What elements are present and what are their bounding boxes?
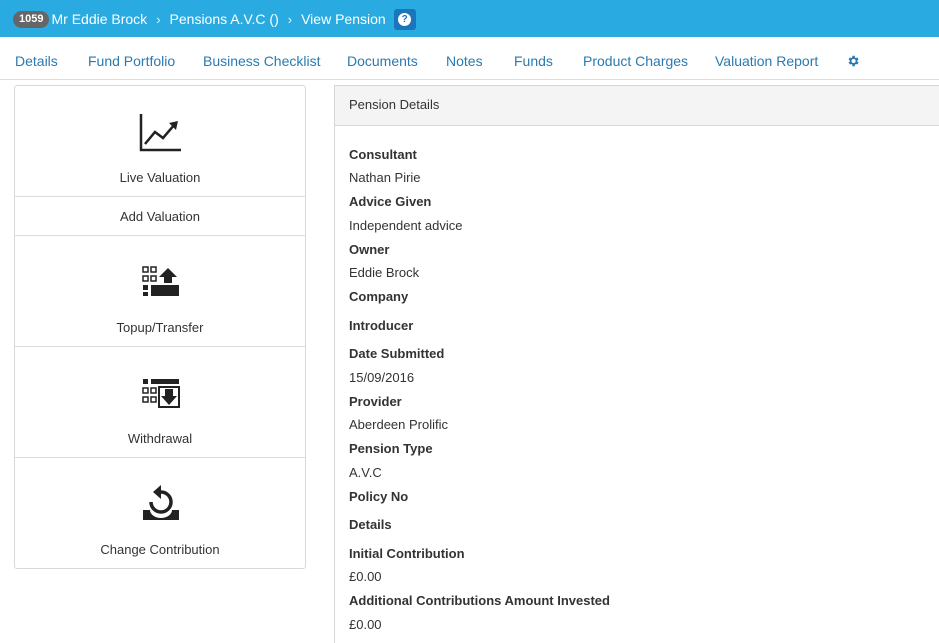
provider-label: Provider <box>349 394 402 409</box>
date-submitted-label: Date Submitted <box>349 346 445 361</box>
initial-contribution-value: £0.00 <box>349 569 382 584</box>
live-valuation-label: Live Valuation <box>119 170 201 185</box>
breadcrumb-section-link[interactable]: Pensions A.V.C () <box>170 11 279 27</box>
owner-label: Owner <box>349 242 390 257</box>
top-breadcrumb-bar: 1059 Mr Eddie Brock › Pensions A.V.C () … <box>0 0 939 37</box>
help-button[interactable]: ? <box>393 8 416 30</box>
breadcrumb-current-page: View Pension <box>301 11 386 27</box>
help-icon: ? <box>398 12 412 26</box>
pension-details-panel: Pension Details Consultant Nathan Pirie … <box>334 85 939 643</box>
breadcrumb-separator: › <box>287 11 293 27</box>
provider-value: Aberdeen Prolific <box>349 417 448 432</box>
owner-value: Eddie Brock <box>349 265 420 280</box>
date-submitted-value: 15/09/2016 <box>349 370 415 385</box>
tab-documents[interactable]: Documents <box>347 53 418 69</box>
add-valuation-button[interactable]: Add Valuation <box>15 197 305 236</box>
change-contribution-label: Change Contribution <box>100 542 220 557</box>
advice-given-value: Independent advice <box>349 218 463 233</box>
advice-given-label: Advice Given <box>349 194 432 209</box>
tab-valuation-report[interactable]: Valuation Report <box>715 53 818 69</box>
topup-transfer-label: Topup/Transfer <box>116 320 204 335</box>
pension-type-value: A.V.C <box>349 465 382 480</box>
policy-no-label: Policy No <box>349 489 409 504</box>
gear-icon[interactable] <box>846 54 860 68</box>
breadcrumb-separator: › <box>156 11 161 27</box>
additional-contributions-value: £0.00 <box>349 617 382 632</box>
topup-transfer-button[interactable]: Topup/Transfer <box>15 236 305 347</box>
tab-notes[interactable]: Notes <box>446 53 483 69</box>
chart-line-icon <box>139 114 181 152</box>
breadcrumb-client-link[interactable]: Mr Eddie Brock <box>51 11 147 27</box>
topup-transfer-icon <box>142 266 179 296</box>
change-contribution-button[interactable]: Change Contribution <box>15 458 305 569</box>
consultant-label: Consultant <box>349 147 417 162</box>
tab-funds[interactable]: Funds <box>514 53 553 69</box>
withdrawal-label: Withdrawal <box>127 431 193 446</box>
change-contribution-icon <box>143 485 179 520</box>
tab-details[interactable]: Details <box>15 53 58 69</box>
details-label: Details <box>349 517 392 532</box>
additional-contributions-label: Additional Contributions Amount Invested <box>349 593 610 608</box>
tab-business-checklist[interactable]: Business Checklist <box>203 53 321 69</box>
pension-type-label: Pension Type <box>349 441 433 456</box>
action-panel: Live Valuation Add Valuation Topup/Trans… <box>14 85 306 569</box>
introducer-label: Introducer <box>349 318 414 333</box>
consultant-value: Nathan Pirie <box>349 170 421 185</box>
breadcrumb: 1059 Mr Eddie Brock › Pensions A.V.C () … <box>13 8 416 30</box>
add-valuation-label: Add Valuation <box>120 209 200 224</box>
live-valuation-button[interactable]: Live Valuation <box>15 86 305 197</box>
withdrawal-icon <box>142 379 180 408</box>
tab-fund-portfolio[interactable]: Fund Portfolio <box>88 53 175 69</box>
client-id-badge: 1059 <box>13 10 50 28</box>
tab-product-charges[interactable]: Product Charges <box>583 53 688 69</box>
initial-contribution-label: Initial Contribution <box>349 546 465 561</box>
withdrawal-button[interactable]: Withdrawal <box>15 347 305 458</box>
company-label: Company <box>349 289 409 304</box>
tab-navigation: Details Fund Portfolio Business Checklis… <box>0 37 939 80</box>
panel-title: Pension Details <box>335 86 939 126</box>
